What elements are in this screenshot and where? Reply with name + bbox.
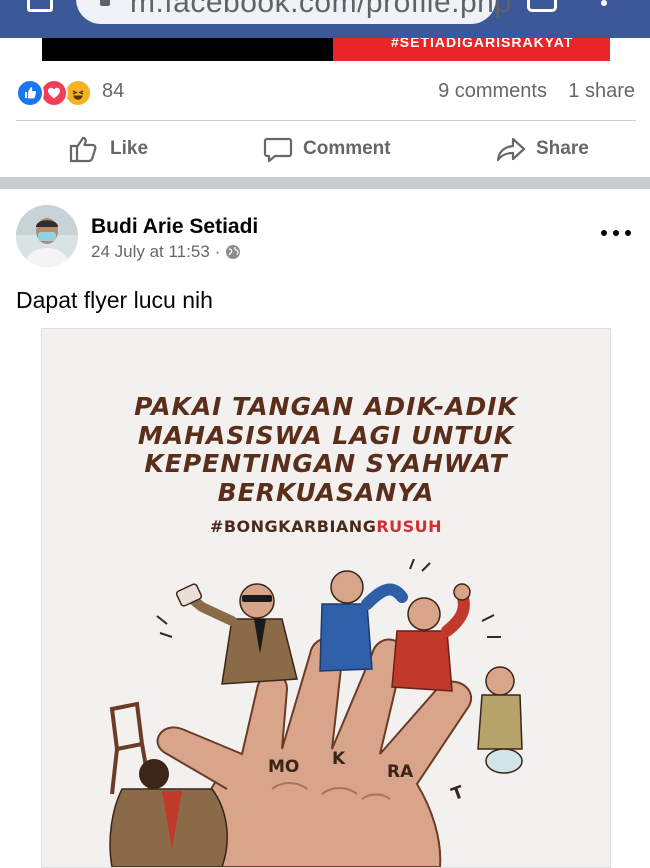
flyer-headline-line: KEPENTINGAN SYAHWAT — [144, 449, 508, 478]
browser-menu-icon[interactable] — [601, 0, 607, 6]
previous-post-image[interactable]: #SETIADIGARISRAKYAT — [42, 38, 610, 61]
finger-label: K — [332, 749, 346, 769]
like-reaction-icon — [16, 79, 44, 107]
flyer-hashtag: #BONGKARBIANGRUSUH — [42, 517, 610, 536]
post-text: Dapat flyer lucu nih — [16, 287, 213, 313]
flyer-headline-line: MAHASISWA LAGI UNTUK — [137, 420, 515, 450]
flyer-headline: PAKAI TANGAN ADIK-ADIK MAHASISWA LAGI UN… — [42, 392, 610, 507]
comment-button[interactable]: Comment — [263, 121, 391, 176]
lock-icon — [100, 0, 110, 6]
reaction-count[interactable]: 84 — [102, 80, 124, 103]
flyer-hashtag-suffix: RUSUH — [376, 517, 443, 536]
post-timestamp[interactable]: 24 July at 11:53 — [91, 242, 210, 262]
flyer-cartoon-illustration: MO K RA T — [109, 559, 523, 867]
finger-label: T — [449, 782, 467, 805]
home-icon[interactable] — [27, 0, 53, 12]
thumbs-up-icon — [69, 136, 97, 162]
globe-icon — [226, 245, 241, 259]
post-meta: 24 July at 11:53 · — [91, 242, 241, 262]
flyer-headline-line: PAKAI TANGAN ADIK-ADIK — [134, 392, 518, 421]
like-button-label: Like — [110, 137, 149, 159]
shares-count[interactable]: 1 share — [568, 80, 635, 103]
tabs-icon[interactable] — [527, 0, 557, 12]
post-options-button[interactable] — [601, 226, 631, 240]
previous-image-banner: #SETIADIGARISRAKYAT — [333, 38, 610, 61]
previous-image-banner-text: #SETIADIGARISRAKYAT — [391, 38, 574, 50]
haha-reaction-icon — [64, 79, 92, 107]
url-text[interactable]: m.facebook.com/profile.php — [130, 0, 512, 20]
feed-separator — [0, 177, 650, 189]
like-button[interactable]: Like — [68, 121, 148, 176]
finger-label: RA — [387, 762, 414, 782]
reactions-summary: 84 9 comments 1 share — [16, 78, 636, 107]
comment-button-label: Comment — [303, 137, 391, 159]
flyer-hashtag-prefix: #BONGKARBIANG — [209, 517, 377, 536]
reaction-icons[interactable] — [16, 79, 96, 107]
browser-toolbar: m.facebook.com/profile.php — [0, 0, 650, 38]
comments-count[interactable]: 9 comments — [438, 80, 547, 103]
avatar[interactable] — [16, 205, 78, 267]
flyer-headline-line: BERKUASANYA — [217, 477, 435, 507]
love-reaction-icon — [40, 79, 68, 107]
meta-separator: · — [214, 242, 221, 261]
share-button[interactable]: Share — [496, 121, 589, 176]
comment-icon — [263, 137, 293, 162]
post-image[interactable]: PAKAI TANGAN ADIK-ADIK MAHASISWA LAGI UN… — [41, 328, 611, 868]
post-action-bar: Like Comment Share — [0, 121, 650, 176]
share-button-label: Share — [536, 137, 589, 159]
finger-label: MO — [268, 757, 299, 777]
more-dots-icon — [601, 230, 607, 236]
share-arrow-icon — [496, 137, 526, 161]
post-author-name[interactable]: Budi Arie Setiadi — [91, 215, 258, 239]
